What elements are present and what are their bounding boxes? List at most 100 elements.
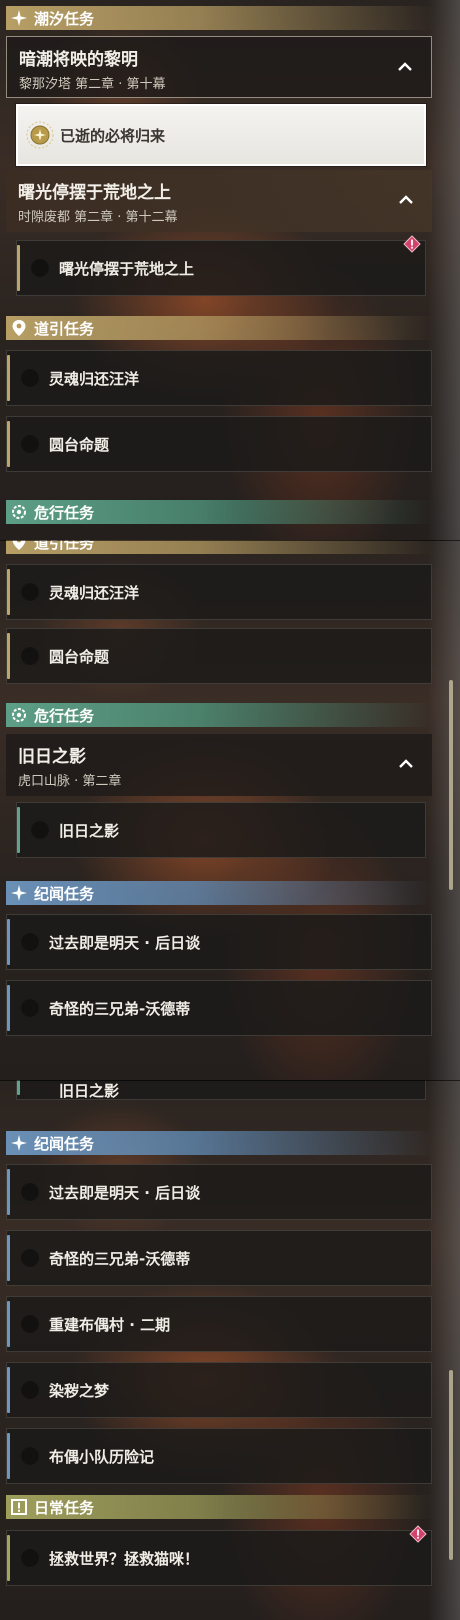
gear-eye-icon: [10, 503, 28, 521]
chapter-title: 旧日之影: [18, 747, 86, 767]
quest-item-oldshadow[interactable]: 旧日之影: [16, 802, 426, 858]
chevron-up-icon[interactable]: [398, 756, 414, 772]
chapter-subtitle: 黎那汐塔 第二章 · 第十幕: [19, 77, 166, 92]
quest-panel-screen-1: 潮汐任务 暗潮将映的黎明 黎那汐塔 第二章 · 第十幕 已逝的必将归来 曙光停摆…: [0, 0, 460, 540]
accent-bar: [7, 985, 10, 1031]
quest-label: 奇怪的三兄弟-沃德蒂: [49, 999, 191, 1018]
category-label: 危行任务: [34, 706, 95, 725]
accent-bar: [17, 1080, 20, 1095]
quest-label: 过去即是明天 · 后日谈: [49, 1183, 201, 1202]
category-header-guide[interactable]: 道引任务: [6, 316, 434, 340]
quest-label: 已逝的必将归来: [60, 126, 166, 145]
quest-item-dream[interactable]: 染秽之梦: [6, 1362, 432, 1418]
category-header-daily[interactable]: 日常任务: [6, 1495, 434, 1519]
quest-item-soul[interactable]: 灵魂归还汪洋: [6, 350, 432, 406]
accent-bar: [7, 1535, 10, 1581]
quest-label: 染秽之梦: [49, 1381, 110, 1400]
category-header-lore[interactable]: 纪闻任务: [6, 1131, 434, 1155]
category-label: 日常任务: [34, 1498, 95, 1517]
quest-item-round[interactable]: 圆台命题: [6, 416, 432, 472]
category-label: 潮汐任务: [34, 9, 95, 28]
sparkle-icon: [10, 9, 28, 27]
category-label: 危行任务: [34, 503, 95, 522]
quest-label: 重建布偶村 · 二期: [49, 1315, 171, 1334]
quest-item-dawnlight[interactable]: 曙光停摆于荒地之上: [16, 235, 426, 296]
radio-circle[interactable]: [21, 583, 39, 601]
radio-circle[interactable]: [31, 259, 49, 277]
chapter-subtitle: 虎口山脉 · 第二章: [18, 774, 122, 789]
accent-bar: [17, 245, 20, 291]
radio-circle[interactable]: [21, 1381, 39, 1399]
category-header-tide[interactable]: 潮汐任务: [6, 6, 434, 30]
quest-item-oldshadow-cut[interactable]: 旧日之影: [16, 1080, 426, 1100]
category-label: 纪闻任务: [34, 884, 95, 903]
chapter-header-oldshadow[interactable]: 旧日之影 虎口山脉 · 第二章: [6, 734, 432, 796]
quest-label: 灵魂归还汪洋: [49, 369, 140, 388]
radio-circle[interactable]: [21, 1447, 39, 1465]
accent-bar: [17, 807, 20, 853]
radio-circle[interactable]: [21, 1549, 39, 1567]
gear-eye-icon: [10, 706, 28, 724]
scrollbar[interactable]: [449, 1370, 453, 1560]
quest-label: 灵魂归还汪洋: [49, 583, 140, 602]
scrollbar[interactable]: [449, 680, 453, 890]
accent-bar: [7, 569, 10, 615]
quest-item-soul[interactable]: 灵魂归还汪洋: [6, 564, 432, 620]
category-header-danger[interactable]: 危行任务: [6, 703, 434, 727]
radio-circle[interactable]: [21, 369, 39, 387]
category-header-lore[interactable]: 纪闻任务: [6, 881, 434, 905]
accent-bar: [7, 1301, 10, 1347]
quest-item-squad[interactable]: 布偶小队历险记: [6, 1428, 432, 1484]
quest-item-past[interactable]: 过去即是明天 · 后日谈: [6, 1164, 432, 1220]
radio-circle[interactable]: [21, 1183, 39, 1201]
quest-item-village[interactable]: 重建布偶村 · 二期: [6, 1296, 432, 1352]
sparkle-icon: [10, 884, 28, 902]
radio-circle[interactable]: [21, 1315, 39, 1333]
quest-label: 奇怪的三兄弟-沃德蒂: [49, 1249, 191, 1268]
screen-divider: [0, 1080, 460, 1081]
chapter-header-dawn[interactable]: 暗潮将映的黎明 黎那汐塔 第二章 · 第十幕: [6, 36, 432, 98]
quest-item-returned[interactable]: 已逝的必将归来: [16, 104, 426, 166]
chapter-title: 曙光停摆于荒地之上: [18, 183, 171, 203]
quest-item-past[interactable]: 过去即是明天 · 后日谈: [6, 914, 432, 970]
quest-label: 圆台命题: [49, 435, 110, 454]
quest-item-brothers[interactable]: 奇怪的三兄弟-沃德蒂: [6, 1230, 432, 1286]
quest-label: 布偶小队历险记: [49, 1447, 155, 1466]
category-header-danger-cut[interactable]: 危行任务: [6, 500, 434, 524]
chapter-header-dawnlight[interactable]: 曙光停摆于荒地之上 时隙废都 第二章 · 第十二幕: [6, 170, 432, 232]
quest-item-round[interactable]: 圆台命题: [6, 628, 432, 684]
accent-bar: [7, 421, 10, 467]
alert-diamond-icon: [403, 235, 421, 253]
radio-circle[interactable]: [21, 435, 39, 453]
category-header-guide[interactable]: 道引任务: [6, 540, 434, 554]
quest-label: 圆台命题: [49, 647, 110, 666]
tracking-target-icon: [26, 121, 54, 149]
quest-item-brothers[interactable]: 奇怪的三兄弟-沃德蒂: [6, 980, 432, 1036]
quest-panel-screen-3: 旧日之影 纪闻任务 过去即是明天 · 后日谈 奇怪的三兄弟-沃德蒂 重建布偶村 …: [0, 1080, 460, 1620]
chapter-title: 暗潮将映的黎明: [19, 50, 138, 70]
quest-label: 曙光停摆于荒地之上: [59, 259, 195, 278]
radio-circle[interactable]: [31, 821, 49, 839]
radio-circle[interactable]: [21, 647, 39, 665]
map-pin-icon: [10, 540, 28, 551]
radio-circle[interactable]: [21, 933, 39, 951]
chevron-up-icon[interactable]: [398, 192, 414, 208]
alert-diamond-icon: [409, 1525, 427, 1543]
accent-bar: [7, 919, 10, 965]
category-label: 道引任务: [34, 319, 95, 338]
background-edge: [428, 540, 460, 1080]
chevron-up-icon[interactable]: [397, 59, 413, 75]
background-edge: [428, 1080, 460, 1620]
map-pin-icon: [10, 319, 28, 337]
category-label: 纪闻任务: [34, 1134, 95, 1153]
sparkle-icon: [10, 1134, 28, 1152]
quest-label: 拯救世界？拯救猫咪！: [49, 1549, 200, 1568]
chapter-subtitle: 时隙废都 第二章 · 第十二幕: [18, 210, 178, 225]
quest-label: 旧日之影: [59, 1081, 120, 1100]
radio-circle[interactable]: [21, 999, 39, 1017]
screen-divider: [0, 540, 460, 541]
category-label: 道引任务: [34, 540, 95, 552]
quest-item-save[interactable]: 拯救世界？拯救猫咪！: [6, 1525, 432, 1586]
radio-circle[interactable]: [21, 1249, 39, 1267]
accent-bar: [7, 1235, 10, 1281]
